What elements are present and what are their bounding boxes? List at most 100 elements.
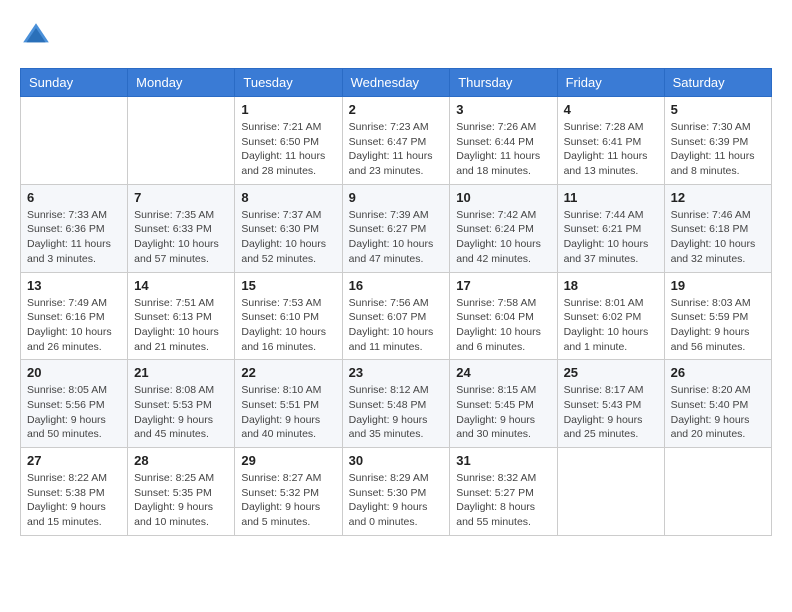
calendar-cell: 23Sunrise: 8:12 AMSunset: 5:48 PMDayligh…: [342, 360, 450, 448]
day-info: Sunrise: 8:15 AMSunset: 5:45 PMDaylight:…: [456, 383, 550, 442]
calendar-week-2: 6 Sunrise: 7:33 AMSunset: 6:36 PMDaylight…: [21, 184, 772, 272]
column-header-friday: Friday: [557, 69, 664, 97]
calendar-cell: 22 Sunrise: 8:10 AMSunset: 5:51 PMDayligh…: [235, 360, 342, 448]
calendar-cell: 26 Sunrise: 8:20 AMSunset: 5:40 PMDayligh…: [664, 360, 771, 448]
calendar-cell: 31 Sunrise: 8:32 AMSunset: 5:27 PMDayligh…: [450, 448, 557, 536]
day-info: Sunrise: 7:33 AMSunset: 6:36 PMDaylight:…: [27, 208, 121, 267]
day-number: 6: [27, 190, 121, 205]
day-info: Sunrise: 8:20 AMSunset: 5:40 PMDaylight:…: [671, 383, 765, 442]
calendar-cell: 30 Sunrise: 8:29 AMSunset: 5:30 PMDayligh…: [342, 448, 450, 536]
day-info: Sunrise: 8:25 AMSunset: 5:35 PMDaylight:…: [134, 471, 228, 530]
day-info: Sunrise: 8:29 AMSunset: 5:30 PMDaylight:…: [349, 471, 444, 530]
day-number: 25: [564, 365, 658, 380]
day-number: 31: [456, 453, 550, 468]
day-info: Sunrise: 7:53 AMSunset: 6:10 PMDaylight:…: [241, 296, 335, 355]
calendar-header-row: SundayMondayTuesdayWednesdayThursdayFrid…: [21, 69, 772, 97]
day-info: Sunrise: 7:23 AMSunset: 6:47 PMDaylight:…: [349, 120, 444, 179]
column-header-tuesday: Tuesday: [235, 69, 342, 97]
day-info: Sunrise: 7:44 AMSunset: 6:21 PMDaylight:…: [564, 208, 658, 267]
day-number: 13: [27, 278, 121, 293]
day-info: Sunrise: 7:39 AMSunset: 6:27 PMDaylight:…: [349, 208, 444, 267]
column-header-monday: Monday: [128, 69, 235, 97]
day-number: 20: [27, 365, 121, 380]
calendar-cell: 2 Sunrise: 7:23 AMSunset: 6:47 PMDaylight…: [342, 97, 450, 185]
calendar-cell: 6 Sunrise: 7:33 AMSunset: 6:36 PMDaylight…: [21, 184, 128, 272]
column-header-saturday: Saturday: [664, 69, 771, 97]
calendar-cell: 9 Sunrise: 7:39 AMSunset: 6:27 PMDaylight…: [342, 184, 450, 272]
calendar-cell: 11 Sunrise: 7:44 AMSunset: 6:21 PMDayligh…: [557, 184, 664, 272]
calendar-cell: 8Sunrise: 7:37 AMSunset: 6:30 PMDaylight…: [235, 184, 342, 272]
calendar-cell: 3 Sunrise: 7:26 AMSunset: 6:44 PMDaylight…: [450, 97, 557, 185]
day-number: 24: [456, 365, 550, 380]
day-number: 11: [564, 190, 658, 205]
day-number: 10: [456, 190, 550, 205]
day-number: 18: [564, 278, 658, 293]
day-info: Sunrise: 7:21 AMSunset: 6:50 PMDaylight:…: [241, 120, 335, 179]
day-info: Sunrise: 8:32 AMSunset: 5:27 PMDaylight:…: [456, 471, 550, 530]
day-number: 3: [456, 102, 550, 117]
calendar-cell: [128, 97, 235, 185]
calendar-week-1: 1 Sunrise: 7:21 AMSunset: 6:50 PMDaylight…: [21, 97, 772, 185]
day-number: 15: [241, 278, 335, 293]
day-number: 8: [241, 190, 335, 205]
calendar-cell: 1 Sunrise: 7:21 AMSunset: 6:50 PMDaylight…: [235, 97, 342, 185]
calendar-cell: 10 Sunrise: 7:42 AMSunset: 6:24 PMDayligh…: [450, 184, 557, 272]
day-info: Sunrise: 8:08 AMSunset: 5:53 PMDaylight:…: [134, 383, 228, 442]
day-number: 28: [134, 453, 228, 468]
day-number: 21: [134, 365, 228, 380]
calendar-cell: 28 Sunrise: 8:25 AMSunset: 5:35 PMDayligh…: [128, 448, 235, 536]
calendar-cell: 27Sunrise: 8:22 AMSunset: 5:38 PMDayligh…: [21, 448, 128, 536]
day-number: 22: [241, 365, 335, 380]
calendar-cell: 4Sunrise: 7:28 AMSunset: 6:41 PMDaylight…: [557, 97, 664, 185]
calendar-week-5: 27Sunrise: 8:22 AMSunset: 5:38 PMDayligh…: [21, 448, 772, 536]
logo: [20, 20, 56, 52]
day-number: 5: [671, 102, 765, 117]
day-info: Sunrise: 7:35 AMSunset: 6:33 PMDaylight:…: [134, 208, 228, 267]
day-number: 16: [349, 278, 444, 293]
day-info: Sunrise: 8:03 AMSunset: 5:59 PMDaylight:…: [671, 296, 765, 355]
day-number: 4: [564, 102, 658, 117]
calendar-cell: 7Sunrise: 7:35 AMSunset: 6:33 PMDaylight…: [128, 184, 235, 272]
day-info: Sunrise: 7:58 AMSunset: 6:04 PMDaylight:…: [456, 296, 550, 355]
day-info: Sunrise: 8:22 AMSunset: 5:38 PMDaylight:…: [27, 471, 121, 530]
day-info: Sunrise: 7:30 AMSunset: 6:39 PMDaylight:…: [671, 120, 765, 179]
calendar-cell: 21 Sunrise: 8:08 AMSunset: 5:53 PMDayligh…: [128, 360, 235, 448]
calendar-cell: 13Sunrise: 7:49 AMSunset: 6:16 PMDayligh…: [21, 272, 128, 360]
calendar-cell: [664, 448, 771, 536]
day-number: 12: [671, 190, 765, 205]
calendar-cell: 24 Sunrise: 8:15 AMSunset: 5:45 PMDayligh…: [450, 360, 557, 448]
calendar-cell: 18 Sunrise: 8:01 AMSunset: 6:02 PMDayligh…: [557, 272, 664, 360]
day-number: 26: [671, 365, 765, 380]
day-number: 9: [349, 190, 444, 205]
calendar-body: 1 Sunrise: 7:21 AMSunset: 6:50 PMDaylight…: [21, 97, 772, 536]
day-number: 1: [241, 102, 335, 117]
calendar-cell: [21, 97, 128, 185]
day-info: Sunrise: 7:46 AMSunset: 6:18 PMDaylight:…: [671, 208, 765, 267]
calendar-cell: 25 Sunrise: 8:17 AMSunset: 5:43 PMDayligh…: [557, 360, 664, 448]
calendar-cell: [557, 448, 664, 536]
calendar-cell: 16 Sunrise: 7:56 AMSunset: 6:07 PMDayligh…: [342, 272, 450, 360]
day-number: 14: [134, 278, 228, 293]
calendar-cell: 19 Sunrise: 8:03 AMSunset: 5:59 PMDayligh…: [664, 272, 771, 360]
calendar-week-4: 20 Sunrise: 8:05 AMSunset: 5:56 PMDayligh…: [21, 360, 772, 448]
column-header-wednesday: Wednesday: [342, 69, 450, 97]
day-info: Sunrise: 7:42 AMSunset: 6:24 PMDaylight:…: [456, 208, 550, 267]
day-info: Sunrise: 8:10 AMSunset: 5:51 PMDaylight:…: [241, 383, 335, 442]
calendar-cell: 15 Sunrise: 7:53 AMSunset: 6:10 PMDayligh…: [235, 272, 342, 360]
day-number: 30: [349, 453, 444, 468]
column-header-sunday: Sunday: [21, 69, 128, 97]
day-info: Sunrise: 8:17 AMSunset: 5:43 PMDaylight:…: [564, 383, 658, 442]
calendar-cell: 12 Sunrise: 7:46 AMSunset: 6:18 PMDayligh…: [664, 184, 771, 272]
page-header: [20, 20, 772, 52]
day-info: Sunrise: 7:26 AMSunset: 6:44 PMDaylight:…: [456, 120, 550, 179]
day-number: 19: [671, 278, 765, 293]
day-number: 2: [349, 102, 444, 117]
day-number: 23: [349, 365, 444, 380]
calendar-cell: 20 Sunrise: 8:05 AMSunset: 5:56 PMDayligh…: [21, 360, 128, 448]
day-info: Sunrise: 8:05 AMSunset: 5:56 PMDaylight:…: [27, 383, 121, 442]
calendar-cell: 14Sunrise: 7:51 AMSunset: 6:13 PMDayligh…: [128, 272, 235, 360]
day-info: Sunrise: 8:27 AMSunset: 5:32 PMDaylight:…: [241, 471, 335, 530]
day-number: 29: [241, 453, 335, 468]
day-info: Sunrise: 7:56 AMSunset: 6:07 PMDaylight:…: [349, 296, 444, 355]
day-info: Sunrise: 8:01 AMSunset: 6:02 PMDaylight:…: [564, 296, 658, 355]
